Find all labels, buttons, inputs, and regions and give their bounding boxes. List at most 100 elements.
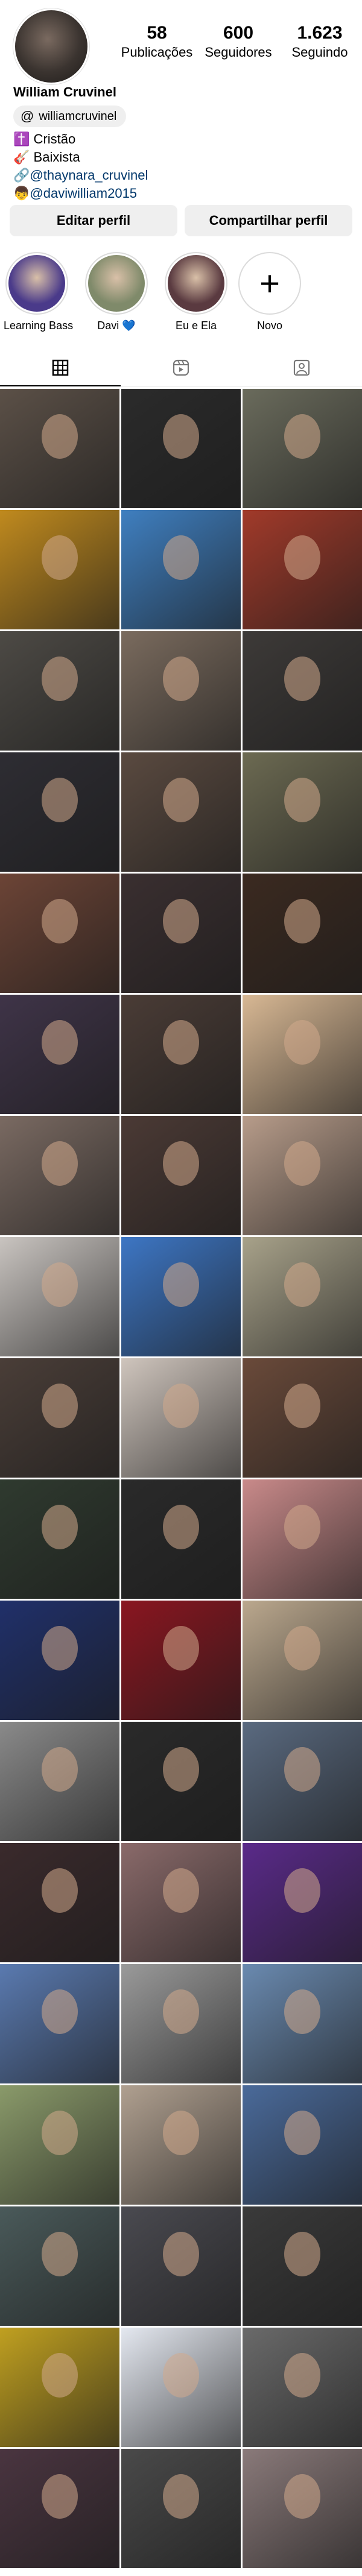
stat-value: 58 [147,23,167,43]
post-thumbnail[interactable] [0,1358,119,1478]
photo-subject [163,1020,199,1065]
threads-badge[interactable]: @ williamcruvinel [13,105,127,127]
post-thumbnail[interactable] [243,1601,362,1720]
post-thumbnail[interactable] [243,389,362,508]
post-thumbnail[interactable] [121,510,241,629]
post-thumbnail[interactable] [121,1964,241,2083]
highlight-davi[interactable]: Davi 💙 [83,252,150,332]
photo-subject [163,1505,199,1550]
highlight-label: Novo [256,320,283,332]
stat-label: Seguindo [291,45,348,60]
post-thumbnail[interactable] [121,2328,241,2447]
photo-subject [284,1384,320,1429]
post-thumbnail[interactable] [0,1722,119,1841]
tab-reels[interactable] [121,350,241,386]
photo-subject [284,899,320,944]
highlight-label: Eu e Ela [175,320,217,332]
highlight-label: Learning Bass [4,320,74,332]
post-thumbnail[interactable] [0,631,119,751]
highlight-learning-bass[interactable]: Learning Bass [4,252,74,332]
edit-profile-button[interactable]: Editar perfil [10,205,177,236]
post-thumbnail[interactable] [0,1237,119,1356]
post-thumbnail[interactable] [243,752,362,872]
post-thumbnail[interactable] [121,752,241,872]
post-thumbnail[interactable] [121,995,241,1114]
post-thumbnail[interactable] [0,2085,119,2205]
post-thumbnail[interactable] [0,510,119,629]
post-thumbnail[interactable] [121,1479,241,1599]
post-thumbnail[interactable] [243,1116,362,1235]
share-profile-button[interactable]: Compartilhar perfil [185,205,352,236]
post-thumbnail[interactable] [0,1964,119,2083]
post-thumbnail[interactable] [243,1843,362,1962]
post-thumbnail[interactable] [0,389,119,508]
new-highlight-button[interactable]: + Novo [237,252,303,332]
post-thumbnail[interactable] [243,631,362,751]
tab-posts-grid[interactable] [0,350,121,386]
post-thumbnail[interactable] [243,2328,362,2447]
photo-subject [42,1626,78,1671]
photo-subject [163,1141,199,1186]
post-thumbnail[interactable] [121,2206,241,2326]
post-thumbnail[interactable] [0,1479,119,1599]
post-thumbnail[interactable] [0,752,119,872]
highlight-eu-e-ela[interactable]: Eu e Ela [163,252,229,332]
stat-posts[interactable]: 58 Publicações [121,23,193,60]
post-thumbnail[interactable] [121,631,241,751]
post-thumbnail[interactable] [121,874,241,993]
post-thumbnail[interactable] [243,1237,362,1356]
photo-subject [163,899,199,944]
bio-mention-link[interactable]: @thaynara_cruvinel [30,168,148,183]
photo-subject [284,778,320,823]
post-thumbnail[interactable] [243,1479,362,1599]
post-thumbnail[interactable] [0,1843,119,1962]
tab-tagged[interactable] [241,350,362,386]
profile-actions: Editar perfil Compartilhar perfil [10,205,352,236]
post-thumbnail[interactable] [0,2206,119,2326]
post-thumbnail[interactable] [121,1358,241,1478]
bio-mention-link[interactable]: @daviwilliam2015 [30,186,137,201]
post-thumbnail[interactable] [121,1722,241,1841]
profile-stats: 58 Publicações 600 Seguidores 1.623 Segu… [121,23,356,60]
post-thumbnail[interactable] [0,2328,119,2447]
post-thumbnail[interactable] [243,2085,362,2205]
post-thumbnail[interactable] [0,1116,119,1235]
grid-icon [52,359,69,376]
post-thumbnail[interactable] [243,510,362,629]
post-thumbnail[interactable] [243,1358,362,1478]
photo-subject [284,657,320,702]
stat-followers[interactable]: 600 Seguidores [202,23,275,60]
photo-subject [42,2232,78,2277]
stat-following[interactable]: 1.623 Seguindo [284,23,356,60]
post-thumbnail[interactable] [243,1964,362,2083]
photo-subject [284,1020,320,1065]
post-thumbnail[interactable] [121,2449,241,2568]
cross-icon: ✝️ [13,131,30,146]
post-thumbnail[interactable] [121,2085,241,2205]
photo-subject [42,2474,78,2519]
post-thumbnail[interactable] [0,874,119,993]
avatar[interactable] [13,8,89,84]
post-thumbnail[interactable] [243,874,362,993]
post-thumbnail[interactable] [121,1237,241,1356]
post-thumbnail[interactable] [243,2449,362,2568]
highlight-label: Davi 💙 [97,320,136,332]
post-thumbnail[interactable] [121,389,241,508]
post-thumbnail[interactable] [243,995,362,1114]
post-thumbnail[interactable] [121,1601,241,1720]
post-thumbnail[interactable] [121,1116,241,1235]
photo-subject [42,899,78,944]
post-thumbnail[interactable] [121,1843,241,1962]
photo-subject [284,1505,320,1550]
highlight-cover [168,255,224,312]
post-thumbnail[interactable] [0,995,119,1114]
post-thumbnail[interactable] [0,2449,119,2568]
post-thumbnail[interactable] [243,2206,362,2326]
photo-subject [163,1262,199,1308]
post-thumbnail[interactable] [243,1722,362,1841]
photo-subject [284,1626,320,1671]
photo-subject [284,1262,320,1308]
post-thumbnail[interactable] [0,1601,119,1720]
bio-text: Cristão [33,131,76,146]
photo-subject [42,1989,78,2035]
